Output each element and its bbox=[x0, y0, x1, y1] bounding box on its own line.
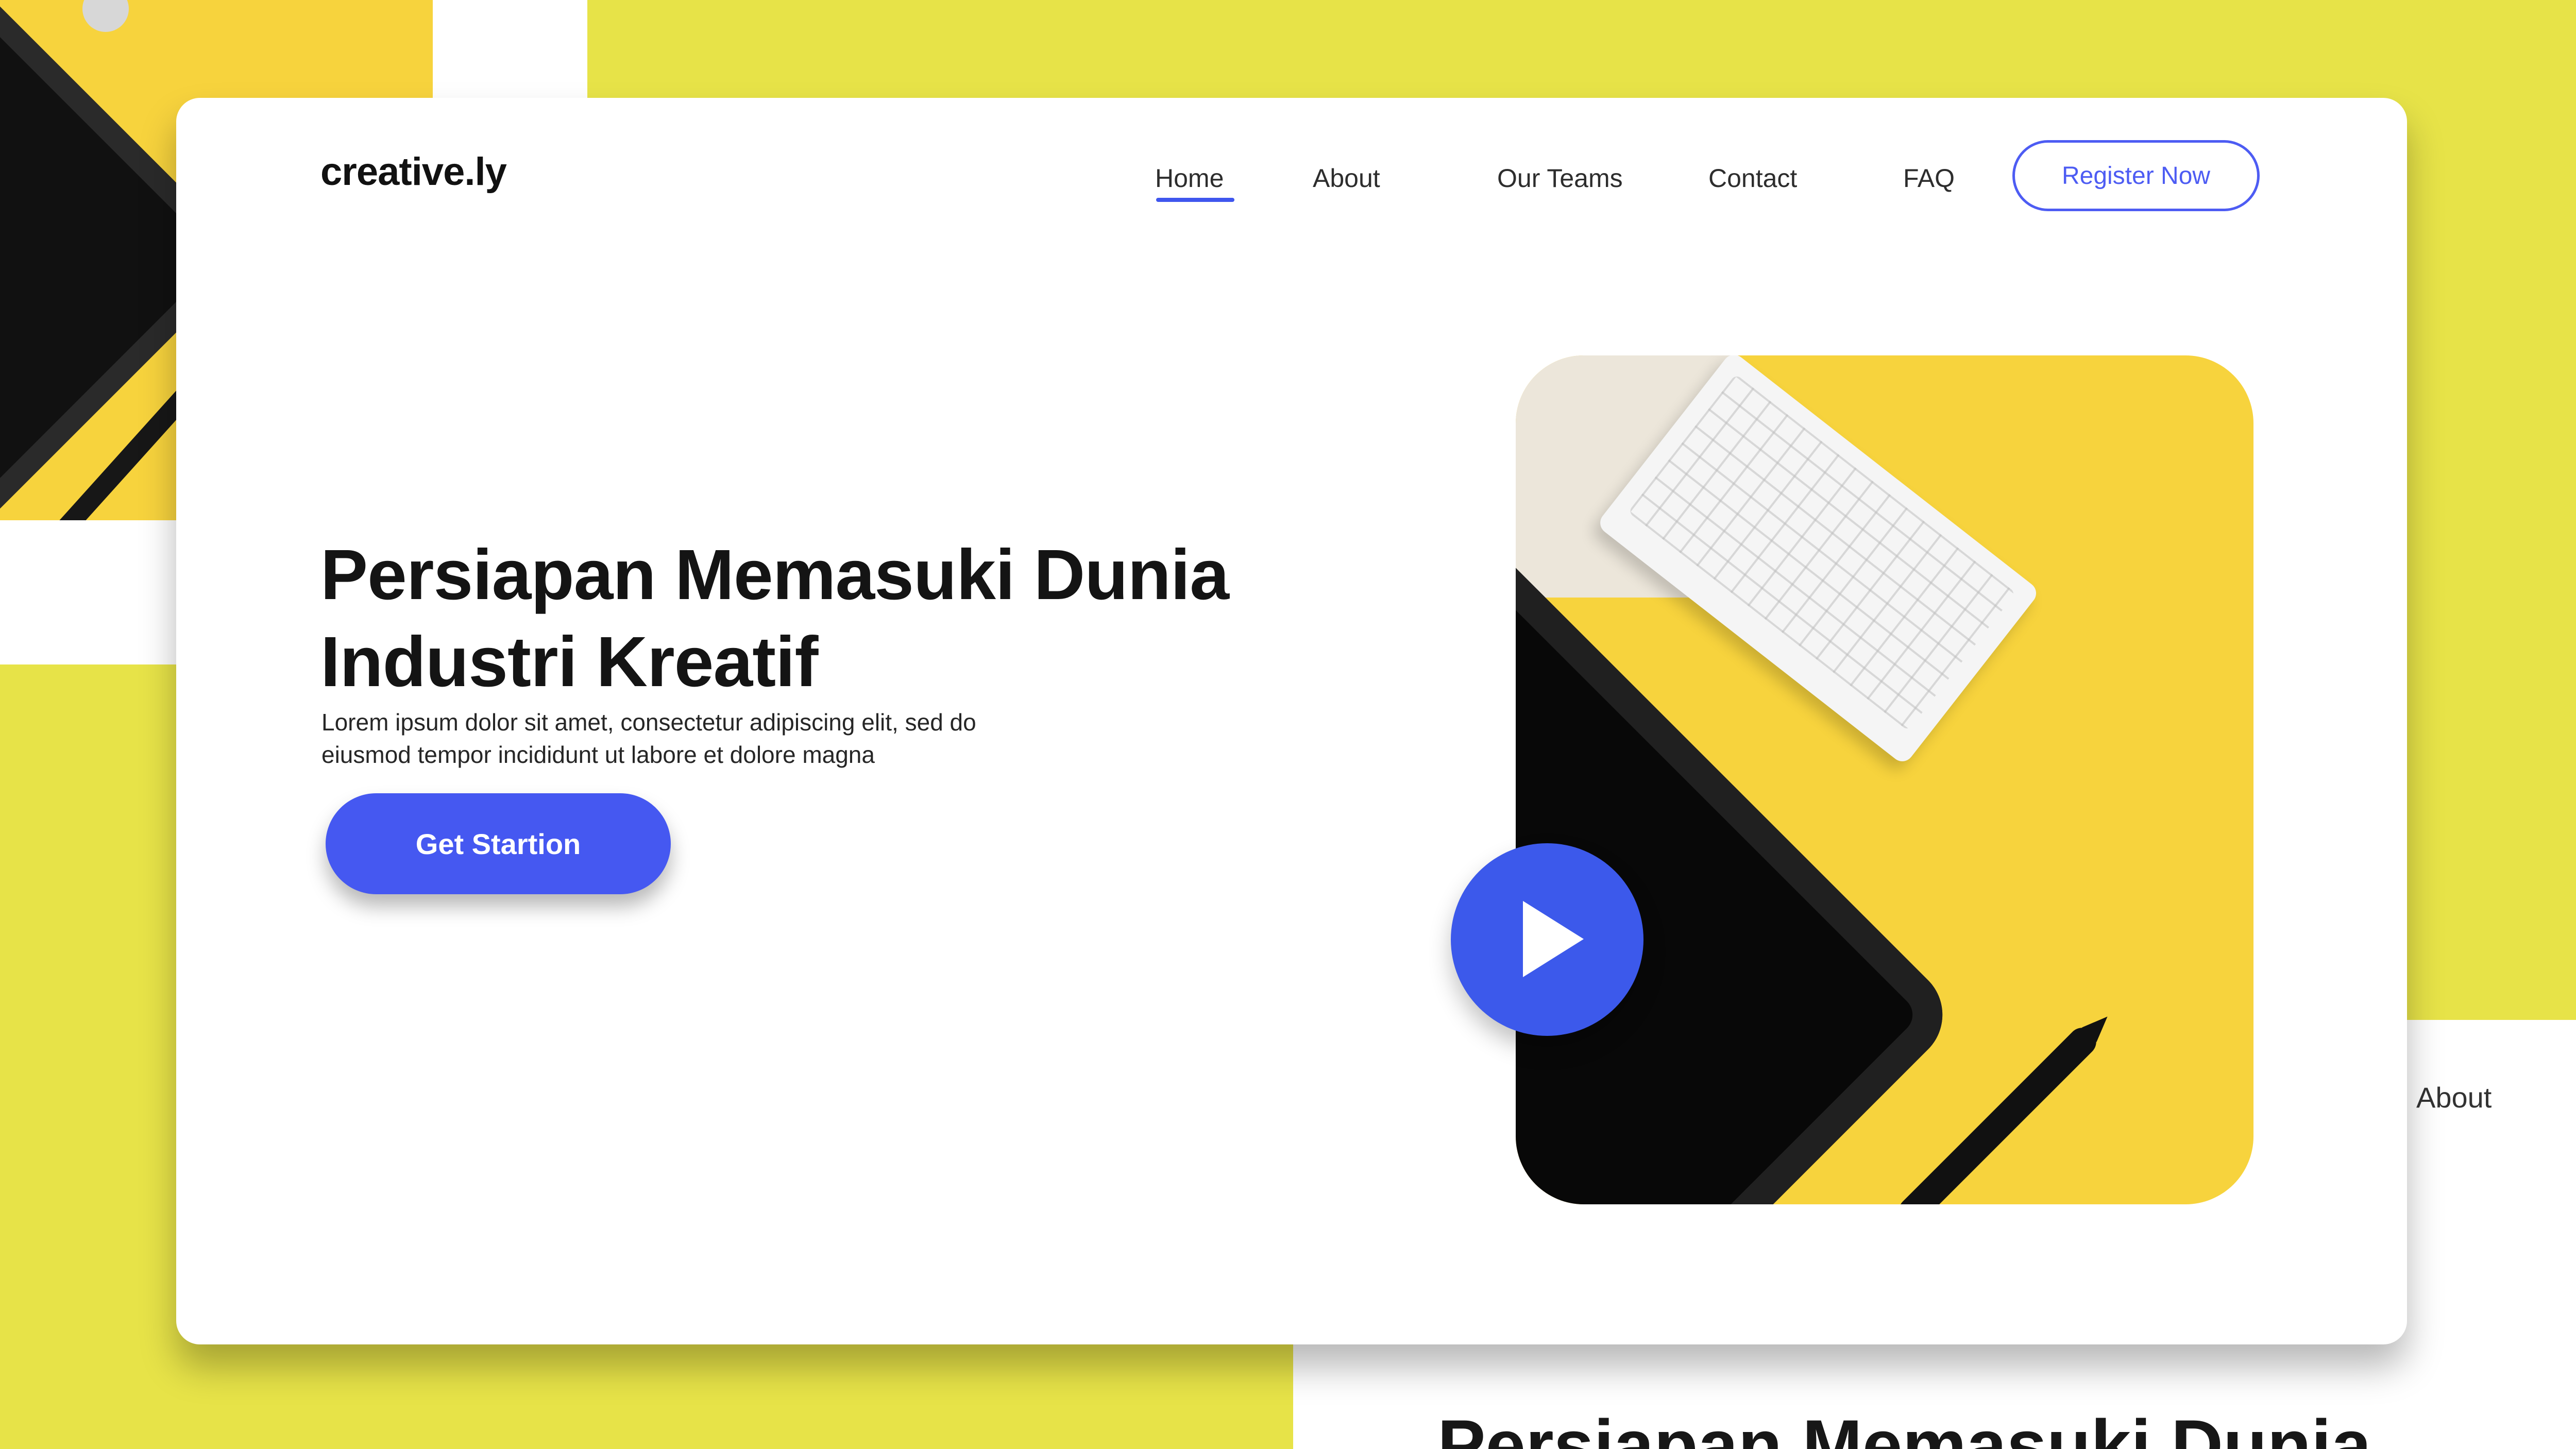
get-started-button[interactable]: Get Startion bbox=[326, 793, 671, 894]
main-landing-card: creative.ly Home About Our Teams Contact… bbox=[176, 98, 2407, 1344]
brand-logo[interactable]: creative.ly bbox=[320, 149, 507, 194]
nav-home-link[interactable]: Home bbox=[1155, 163, 1224, 193]
hero-description-line-1: Lorem ipsum dolor sit amet, consectetur … bbox=[321, 709, 976, 736]
nav-active-indicator bbox=[1156, 198, 1234, 202]
hero-workspace-image bbox=[1516, 355, 2253, 1204]
nav-about-link[interactable]: About bbox=[1313, 163, 1380, 193]
hero-title-line-2: Industri Kreatif bbox=[320, 622, 818, 702]
nav-contact-link[interactable]: Contact bbox=[1708, 163, 1797, 193]
background-about-link: About bbox=[2416, 1081, 2492, 1114]
hero-description-line-2: eiusmod tempor incididunt ut labore et d… bbox=[321, 741, 875, 768]
hero-title-line-1: Persiapan Memasuki Dunia bbox=[320, 535, 1229, 615]
register-now-button[interactable]: Register Now bbox=[2012, 140, 2260, 211]
background-heading-preview: Persiapan Memasuki Dunia bbox=[1437, 1405, 2371, 1449]
background-small-circle bbox=[82, 0, 129, 32]
play-icon[interactable] bbox=[1451, 843, 1643, 1036]
nav-faq-link[interactable]: FAQ bbox=[1903, 163, 1955, 193]
nav-our-teams-link[interactable]: Our Teams bbox=[1497, 163, 1623, 193]
landing-page-mockup-canvas: About Persiapan Memasuki Dunia creative.… bbox=[0, 0, 2576, 1449]
hero-description: Lorem ipsum dolor sit amet, consectetur … bbox=[321, 706, 1172, 771]
hero-title: Persiapan Memasuki Dunia Industri Kreati… bbox=[320, 532, 1480, 705]
keyboard-keys bbox=[1628, 374, 2016, 731]
